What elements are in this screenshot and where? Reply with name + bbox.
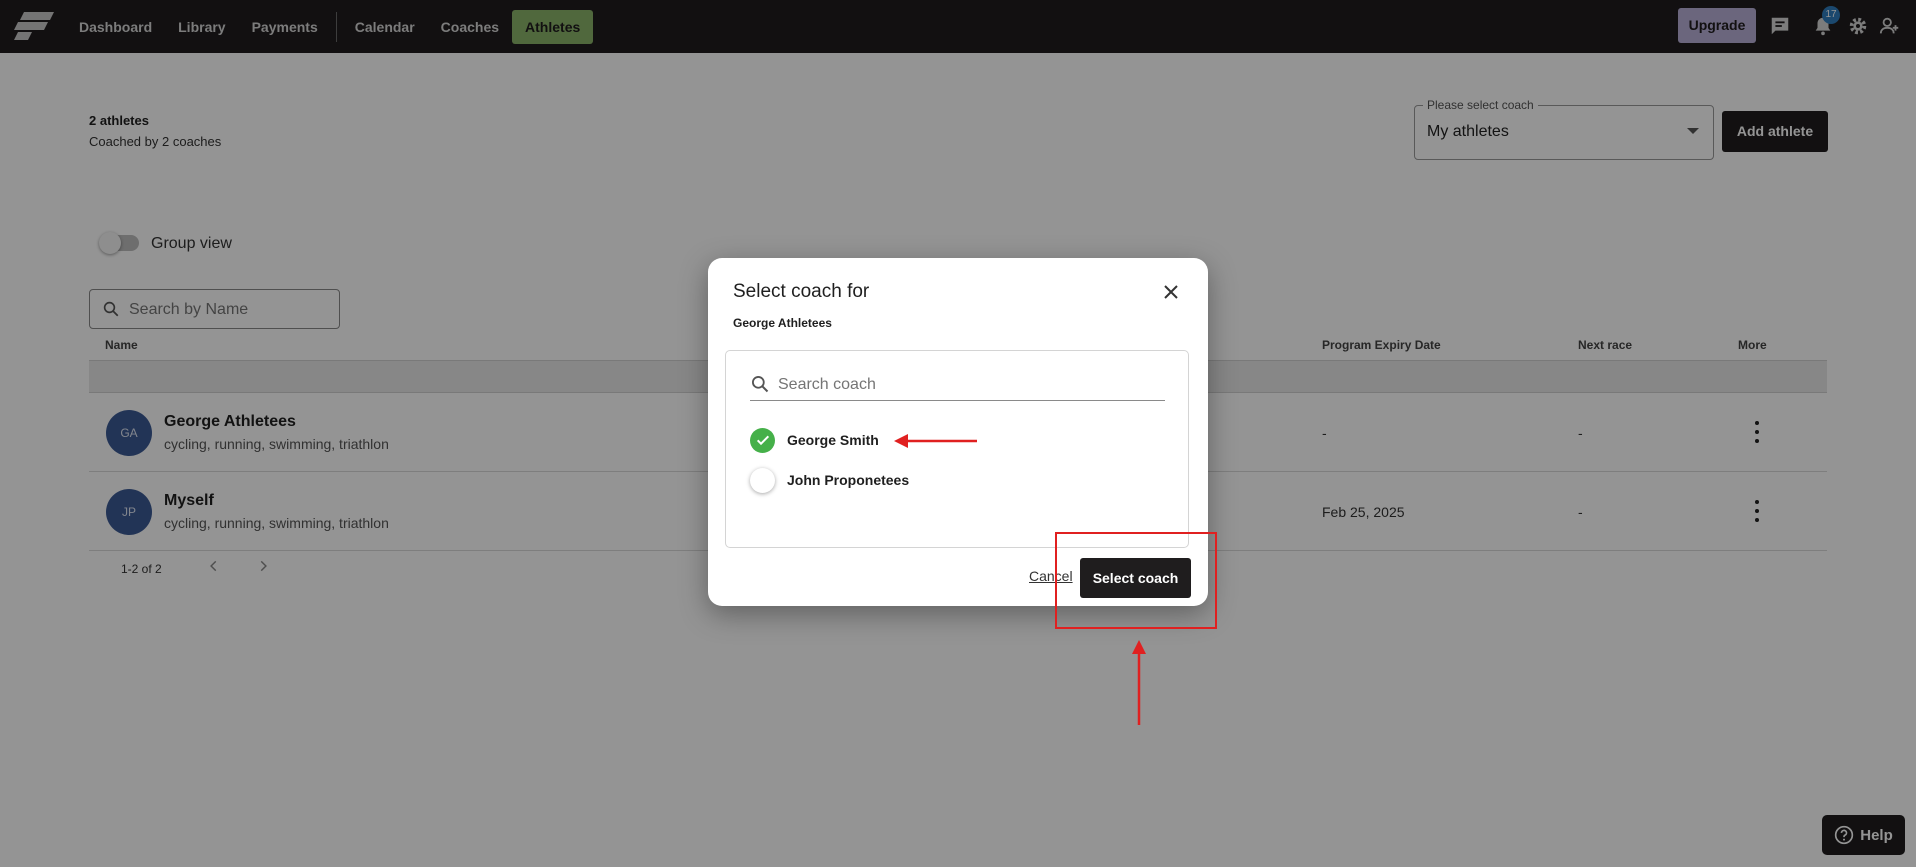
- dialog-title: Select coach for: [733, 281, 870, 302]
- search-icon: [750, 374, 770, 399]
- coach-option-george-smith[interactable]: George Smith: [750, 426, 879, 454]
- cancel-button[interactable]: Cancel: [1029, 568, 1073, 584]
- select-coach-button[interactable]: Select coach: [1080, 558, 1191, 598]
- close-icon[interactable]: [1159, 280, 1183, 304]
- dialog-athlete-name: George Athletees: [733, 316, 832, 330]
- coach-option-label: John Proponetees: [787, 472, 910, 488]
- coach-search-field[interactable]: [750, 367, 1165, 401]
- coach-option-john-proponetees[interactable]: John Proponetees: [750, 466, 909, 494]
- select-coach-dialog: Select coach for George Athletees George…: [708, 258, 1208, 606]
- coach-list-panel: George Smith John Proponetees: [725, 350, 1189, 548]
- unchecked-radio-icon[interactable]: [750, 467, 775, 493]
- coach-option-label: George Smith: [787, 432, 879, 448]
- coach-search-input[interactable]: [778, 375, 1148, 395]
- checked-radio-icon[interactable]: [750, 427, 775, 453]
